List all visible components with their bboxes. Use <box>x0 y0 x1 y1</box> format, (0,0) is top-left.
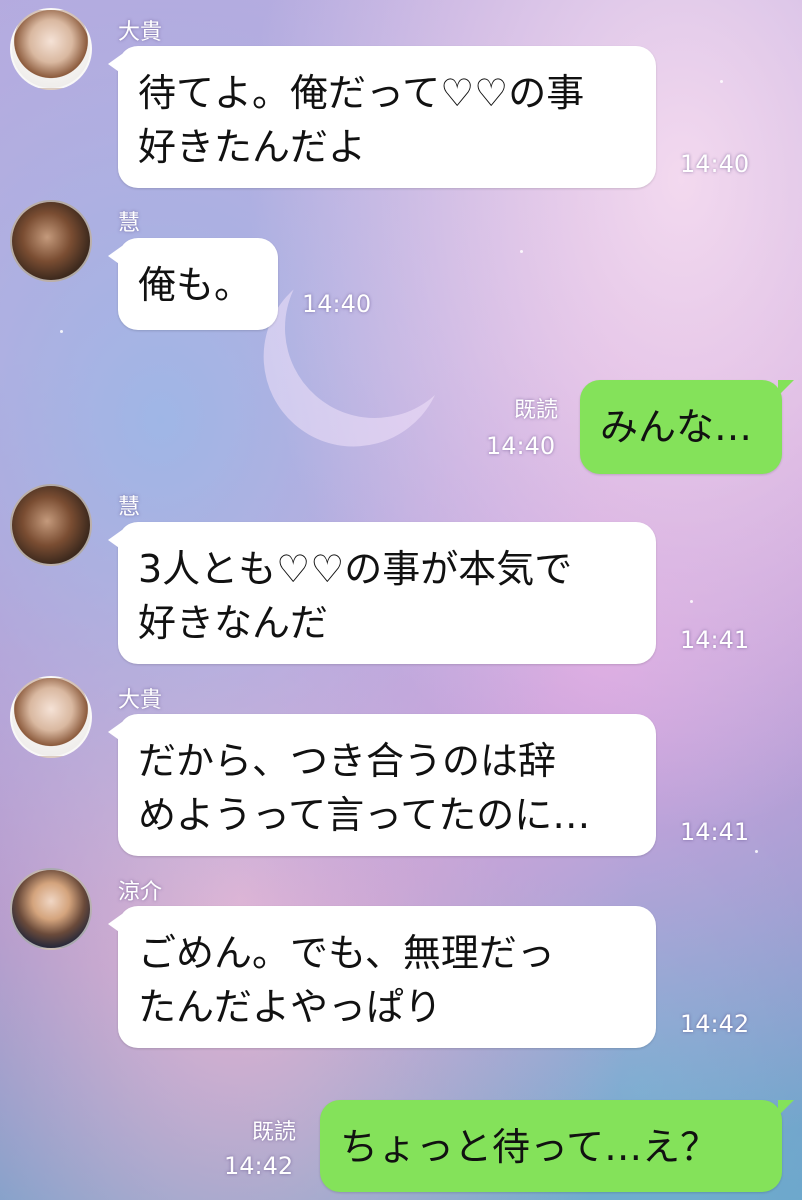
avatar-kei[interactable] <box>10 200 92 282</box>
message-time: 14:40 <box>680 150 750 178</box>
sender-name: 慧 <box>118 211 141 236</box>
sender-name: 慧 <box>118 495 141 520</box>
star-decoration <box>520 250 523 253</box>
moon-decoration <box>265 218 485 438</box>
message-bubble[interactable]: だから、つき合うのは辞 めようって言ってたのに… <box>108 714 656 856</box>
sent-message-bubble[interactable]: ちょっと待って…え？ <box>320 1100 794 1192</box>
sent-message-bubble[interactable]: みんな… <box>580 380 794 474</box>
message-time: 14:41 <box>680 626 750 654</box>
message-bubble[interactable]: 3人とも♡♡の事が本気で 好きなんだ <box>108 522 656 664</box>
avatar-kei[interactable] <box>10 484 92 566</box>
message-bubble[interactable]: 待てよ。俺だって♡♡の事 好きたんだよ <box>108 46 656 188</box>
star-decoration <box>60 330 63 333</box>
message-bubble[interactable]: 俺も。 <box>108 238 278 330</box>
star-decoration <box>690 600 693 603</box>
star-decoration <box>720 80 723 83</box>
message-text: ごめん。でも、無理だっ たんだよやっぱり <box>138 931 555 1029</box>
avatar-daiki[interactable] <box>10 8 92 90</box>
message-time: 14:41 <box>680 818 750 846</box>
read-receipt: 既読 <box>251 1120 296 1145</box>
sender-name: 涼介 <box>118 880 163 905</box>
message-bubble[interactable]: ごめん。でも、無理だっ たんだよやっぱり <box>108 906 656 1048</box>
message-time: 14:40 <box>486 432 556 460</box>
avatar-ryosuke[interactable] <box>10 868 92 950</box>
message-time: 14:40 <box>302 290 372 318</box>
message-time: 14:42 <box>224 1152 294 1180</box>
message-text: 待てよ。俺だって♡♡の事 好きたんだよ <box>138 71 585 169</box>
message-text: ちょっと待って…え？ <box>340 1125 719 1169</box>
avatar-daiki[interactable] <box>10 676 92 758</box>
read-receipt: 既読 <box>513 398 558 423</box>
message-text: 3人とも♡♡の事が本気で 好きなんだ <box>138 547 573 645</box>
message-time: 14:42 <box>680 1010 750 1038</box>
sender-name: 大貴 <box>118 688 163 713</box>
message-text: みんな… <box>600 405 753 449</box>
sender-name: 大貴 <box>118 20 163 45</box>
message-text: 俺も。 <box>138 263 253 307</box>
message-text: だから、つき合うのは辞 めようって言ってたのに… <box>138 739 591 837</box>
star-decoration <box>755 850 758 853</box>
